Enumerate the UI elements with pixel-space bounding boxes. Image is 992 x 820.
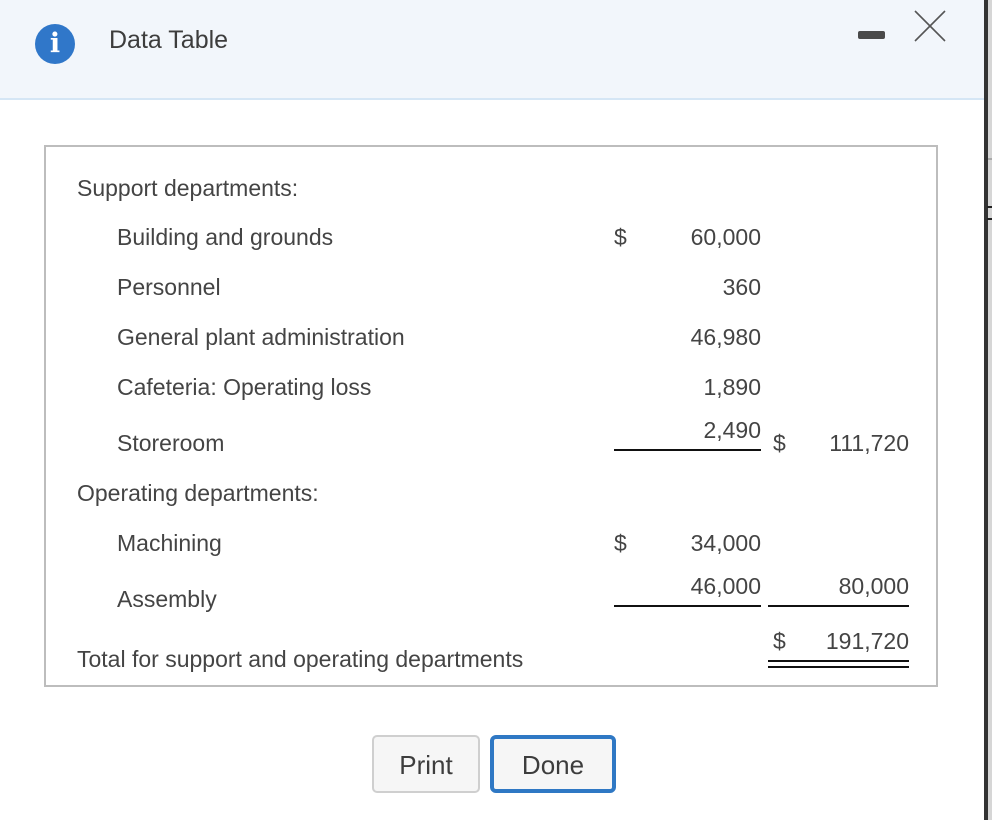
double-underline-top bbox=[768, 660, 909, 662]
row-label-assembly: Assembly bbox=[117, 586, 217, 612]
dialog-title: Data Table bbox=[109, 26, 229, 54]
row-label-machining: Machining bbox=[117, 530, 222, 556]
dollar-sign: $ bbox=[614, 224, 627, 250]
data-table: Support departments: Building and ground… bbox=[44, 145, 938, 687]
operating-total-amount: 80,000 bbox=[838, 573, 909, 599]
row-label-general-plant-administration: General plant administration bbox=[117, 324, 405, 350]
dollar-sign: $ bbox=[773, 430, 786, 456]
dollar-sign: $ bbox=[773, 628, 786, 654]
background-window bbox=[988, 0, 992, 820]
subtotal-underline bbox=[614, 449, 761, 451]
grand-total-label: Total for support and operating departme… bbox=[77, 646, 524, 672]
minimize-button[interactable] bbox=[855, 24, 889, 44]
amount-personnel: 360 bbox=[722, 274, 761, 300]
subtotal-underline bbox=[614, 605, 761, 607]
amount-building-and-grounds: 60,000 bbox=[690, 224, 761, 250]
support-total-amount: 111,720 bbox=[829, 430, 909, 456]
dollar-sign: $ bbox=[614, 530, 627, 556]
info-icon: i bbox=[35, 24, 75, 64]
minimize-icon bbox=[858, 31, 885, 39]
close-icon bbox=[914, 10, 946, 42]
print-button[interactable]: Print bbox=[372, 735, 480, 793]
row-label-storeroom: Storeroom bbox=[117, 430, 225, 456]
amount-machining: 34,000 bbox=[690, 530, 761, 556]
double-underline-bottom bbox=[768, 666, 909, 668]
amount-cafeteria: 1,890 bbox=[703, 374, 761, 400]
amount-assembly: 46,000 bbox=[690, 573, 761, 599]
row-label-building-and-grounds: Building and grounds bbox=[117, 224, 334, 250]
support-departments-header: Support departments: bbox=[77, 175, 299, 201]
data-table-dialog: i Data Table Support departments: Buildi… bbox=[0, 0, 984, 820]
background-divider bbox=[988, 158, 992, 160]
grand-total-amount: 191,720 bbox=[825, 628, 909, 654]
row-label-personnel: Personnel bbox=[117, 274, 221, 300]
operating-departments-header: Operating departments: bbox=[77, 480, 319, 506]
background-text-fragment bbox=[987, 206, 992, 220]
row-label-cafeteria: Cafeteria: Operating loss bbox=[117, 374, 372, 400]
close-button[interactable] bbox=[912, 8, 948, 44]
dialog-header: i Data Table bbox=[0, 0, 984, 100]
total-underline bbox=[768, 605, 909, 607]
amount-general-plant-administration: 46,980 bbox=[690, 324, 761, 350]
done-button[interactable]: Done bbox=[490, 735, 616, 793]
amount-storeroom: 2,490 bbox=[703, 417, 761, 443]
